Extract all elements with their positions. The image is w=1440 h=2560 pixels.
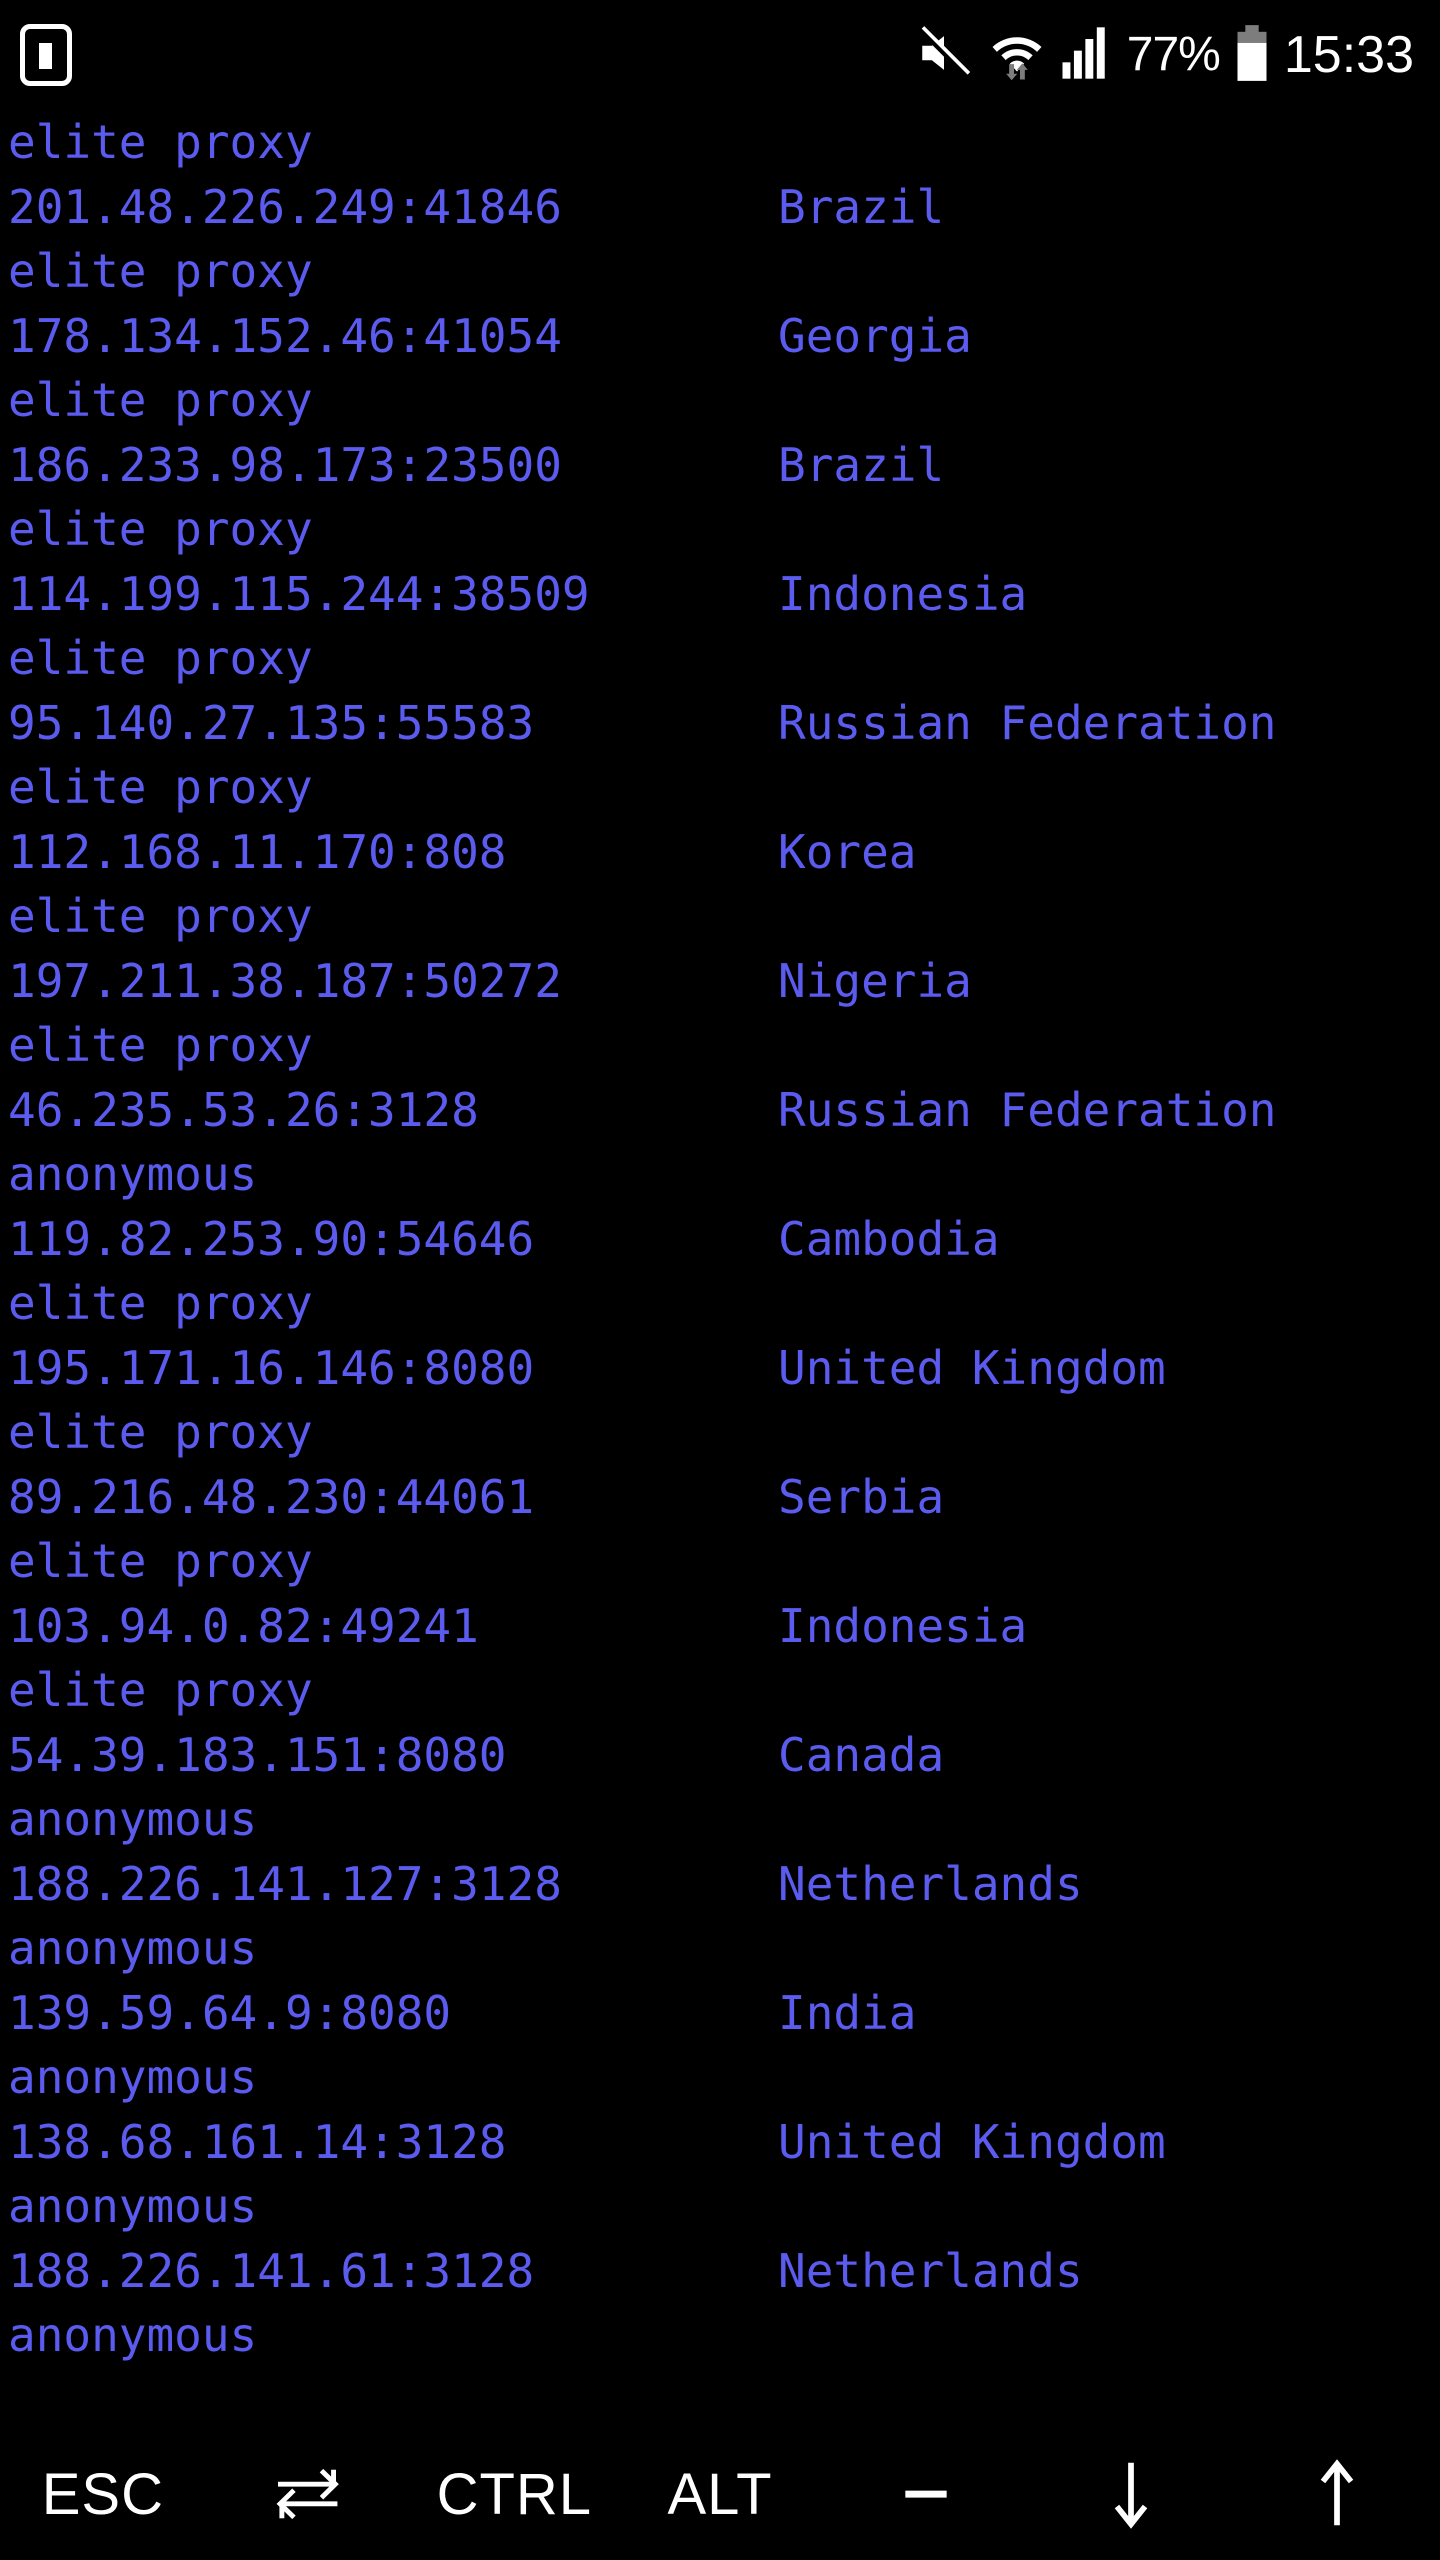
- proxy-country: Canada: [778, 1727, 945, 1782]
- proxy-country: Nigeria: [778, 953, 972, 1008]
- proxy-address: 197.211.38.187:50272: [8, 953, 562, 1008]
- key-arrow-up[interactable]: [1234, 2428, 1440, 2560]
- proxy-anonymity-row: elite proxy: [8, 1018, 313, 1072]
- proxy-address: 139.59.64.9:8080: [8, 1985, 452, 2040]
- proxy-address: 89.216.48.230:44061: [8, 1469, 535, 1524]
- key-alt[interactable]: ALT: [617, 2428, 823, 2560]
- proxy-entry-row: 178.134.152.46:41054 Georgia: [8, 304, 1440, 369]
- proxy-country: Indonesia: [778, 1598, 1028, 1653]
- proxy-address: 178.134.152.46:41054: [8, 308, 562, 363]
- terminal-notification-icon: [20, 24, 72, 86]
- proxy-address: 195.171.16.146:8080: [8, 1340, 535, 1395]
- proxy-address: 188.226.141.61:3128: [8, 2243, 535, 2298]
- proxy-entry-row: 54.39.183.151:8080 Canada: [8, 1723, 1440, 1788]
- minus-icon: [895, 2463, 957, 2525]
- tab-swap-icon: [272, 2463, 346, 2525]
- proxy-address: 119.82.253.90:54646: [8, 1211, 535, 1266]
- status-bar-left: [20, 24, 72, 86]
- proxy-address: 114.199.115.244:38509: [8, 566, 590, 621]
- proxy-address: 112.168.11.170:808: [8, 824, 507, 879]
- proxy-anonymity-row: anonymous: [8, 2179, 258, 2233]
- key-ctrl[interactable]: CTRL: [411, 2428, 617, 2560]
- proxy-entry-row: 188.226.141.61:3128 Netherlands: [8, 2239, 1440, 2304]
- proxy-country: United Kingdom: [778, 2114, 1166, 2169]
- terminal-output[interactable]: elite proxy 201.48.226.249:41846 Brazil eli…: [0, 110, 1440, 2428]
- arrow-down-icon: [1105, 2457, 1157, 2531]
- proxy-country: Serbia: [778, 1469, 945, 1524]
- proxy-anonymity-row: elite proxy: [8, 502, 313, 556]
- proxy-anonymity-row: elite proxy: [8, 1663, 313, 1717]
- proxy-anonymity-row: anonymous: [8, 1147, 258, 1201]
- proxy-anonymity-row: elite proxy: [8, 889, 313, 943]
- proxy-country: Brazil: [778, 179, 945, 234]
- status-bar: 77% 15:33: [0, 0, 1440, 110]
- battery-icon: [1234, 24, 1270, 86]
- proxy-address: 188.226.141.127:3128: [8, 1856, 562, 1911]
- proxy-entry-row: 95.140.27.135:55583 Russian Federation: [8, 691, 1440, 756]
- proxy-anonymity-row: elite proxy: [8, 244, 313, 298]
- proxy-entry-row: 186.233.98.173:23500 Brazil: [8, 433, 1440, 498]
- cellular-signal-icon: [1061, 25, 1113, 85]
- proxy-entry-row: 195.171.16.146:8080 United Kingdom: [8, 1336, 1440, 1401]
- proxy-address: 201.48.226.249:41846: [8, 179, 562, 234]
- proxy-country: United Kingdom: [778, 1340, 1166, 1395]
- proxy-country: India: [778, 1985, 917, 2040]
- key-minus[interactable]: [823, 2428, 1029, 2560]
- proxy-address: 103.94.0.82:49241: [8, 1598, 479, 1653]
- proxy-country: Georgia: [778, 308, 972, 363]
- key-tab[interactable]: [206, 2428, 412, 2560]
- arrow-up-icon: [1311, 2457, 1363, 2531]
- proxy-anonymity-row: anonymous: [8, 2308, 258, 2362]
- wifi-icon: [987, 24, 1047, 86]
- proxy-entry-row: 114.199.115.244:38509 Indonesia: [8, 562, 1440, 627]
- proxy-address: 46.235.53.26:3128: [8, 1082, 479, 1137]
- proxy-entry-row: 139.59.64.9:8080 India: [8, 1981, 1440, 2046]
- proxy-country: Brazil: [778, 437, 945, 492]
- proxy-entry-row: 138.68.161.14:3128 United Kingdom: [8, 2110, 1440, 2175]
- proxy-address: 186.233.98.173:23500: [8, 437, 562, 492]
- proxy-address: 95.140.27.135:55583: [8, 695, 535, 750]
- proxy-address: 138.68.161.14:3128: [8, 2114, 507, 2169]
- proxy-country: Russian Federation: [778, 695, 1277, 750]
- proxy-entry-row: 103.94.0.82:49241 Indonesia: [8, 1594, 1440, 1659]
- key-arrow-down[interactable]: [1029, 2428, 1235, 2560]
- proxy-anonymity-row: elite proxy: [8, 373, 313, 427]
- proxy-anonymity-row: elite proxy: [8, 1534, 313, 1588]
- proxy-anonymity-row: elite proxy: [8, 1276, 313, 1330]
- proxy-entry-row: 112.168.11.170:808 Korea: [8, 820, 1440, 885]
- keyboard-accessory-bar: ESC CTRL ALT: [0, 2428, 1440, 2560]
- proxy-country: Indonesia: [778, 566, 1028, 621]
- proxy-country: Netherlands: [778, 1856, 1083, 1911]
- proxy-entry-row: 46.235.53.26:3128 Russian Federation: [8, 1078, 1440, 1143]
- clock-label: 15:33: [1283, 26, 1414, 84]
- mute-icon: [915, 24, 973, 86]
- proxy-entry-row: 188.226.141.127:3128 Netherlands: [8, 1852, 1440, 1917]
- proxy-country: Cambodia: [778, 1211, 1000, 1266]
- proxy-anonymity-row: elite proxy: [8, 631, 313, 685]
- proxy-country: Korea: [778, 824, 917, 879]
- proxy-entry-row: 119.82.253.90:54646 Cambodia: [8, 1207, 1440, 1272]
- proxy-address: 54.39.183.151:8080: [8, 1727, 507, 1782]
- key-esc[interactable]: ESC: [0, 2428, 206, 2560]
- proxy-country: Russian Federation: [778, 1082, 1277, 1137]
- proxy-anonymity-row: anonymous: [8, 1921, 258, 1975]
- proxy-entry-row: 197.211.38.187:50272 Nigeria: [8, 949, 1440, 1014]
- proxy-anonymity-row: anonymous: [8, 2050, 258, 2104]
- proxy-anonymity-row: elite proxy: [8, 115, 313, 169]
- proxy-entry-row: 201.48.226.249:41846 Brazil: [8, 175, 1440, 240]
- status-bar-right: 77% 15:33: [915, 24, 1414, 86]
- proxy-country: Netherlands: [778, 2243, 1083, 2298]
- battery-percent-label: 77%: [1126, 28, 1221, 81]
- proxy-anonymity-row: elite proxy: [8, 1405, 313, 1459]
- proxy-anonymity-row: elite proxy: [8, 760, 313, 814]
- proxy-anonymity-row: anonymous: [8, 1792, 258, 1846]
- proxy-entry-row: 89.216.48.230:44061 Serbia: [8, 1465, 1440, 1530]
